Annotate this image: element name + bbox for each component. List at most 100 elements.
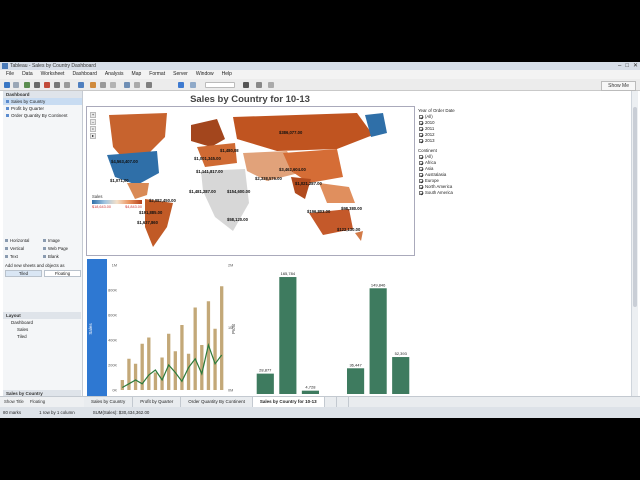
profit-by-quarter-chart[interactable]: Sales 1M 800K 600K 400K 200K 0K 2M 1M 0M Profit xyxy=(87,259,247,396)
map-data-label: $1,001,345.00 xyxy=(194,156,221,161)
checkbox-icon[interactable] xyxy=(419,167,423,171)
new-data-source-icon[interactable] xyxy=(24,82,30,88)
checkbox-icon[interactable] xyxy=(419,139,423,143)
label-icon[interactable] xyxy=(110,82,116,88)
highlight-icon[interactable] xyxy=(146,82,152,88)
minimize-icon[interactable]: – xyxy=(618,62,621,70)
checkbox-icon[interactable] xyxy=(419,115,423,119)
checkbox-icon[interactable] xyxy=(419,179,423,183)
close-icon[interactable]: ✕ xyxy=(633,62,638,70)
object-vertical[interactable]: Vertical xyxy=(5,245,43,252)
continent-filter-south-america[interactable]: South America xyxy=(418,190,476,196)
sales-bar[interactable] xyxy=(160,357,164,391)
layout-item-sales[interactable]: Sales xyxy=(3,326,81,333)
checkbox-icon[interactable] xyxy=(419,185,423,189)
layout-item-tiled[interactable]: Tiled xyxy=(3,333,81,340)
sales-bar[interactable] xyxy=(193,307,197,391)
layout-item-dashboard[interactable]: Dashboard xyxy=(3,319,81,326)
object-blank[interactable]: Blank xyxy=(43,253,81,260)
order-quantity-bar[interactable] xyxy=(346,368,365,394)
group-icon[interactable] xyxy=(100,82,106,88)
sales-bar[interactable] xyxy=(153,372,158,391)
sales-bar[interactable] xyxy=(186,353,191,390)
sheet-item-sales-by-country[interactable]: Sales by Country xyxy=(3,98,82,105)
show-me-button[interactable]: Show Me xyxy=(601,81,636,91)
object-image[interactable]: Image xyxy=(43,237,81,244)
object-web-page[interactable]: Web Page xyxy=(43,245,81,252)
clear-icon[interactable] xyxy=(64,82,70,88)
select-icon[interactable]: ▸ xyxy=(90,133,96,139)
checkbox-icon[interactable] xyxy=(419,127,423,131)
map-controls: + – • ▸ xyxy=(90,112,97,139)
sales-bar[interactable] xyxy=(120,380,124,390)
fit-icon[interactable] xyxy=(124,82,130,88)
menu-help[interactable]: Help xyxy=(222,70,232,79)
tab-order-quantity[interactable]: Order Quantity By Continent xyxy=(181,397,253,407)
share-icon[interactable] xyxy=(268,82,274,88)
forward-icon[interactable] xyxy=(13,82,19,88)
maximize-icon[interactable]: □ xyxy=(625,62,629,70)
sales-bar[interactable] xyxy=(133,363,138,390)
year-filter-2013[interactable]: 2013 xyxy=(418,138,476,144)
y-axis-tick-label: 400K xyxy=(108,339,117,343)
order-quantity-bar[interactable] xyxy=(392,357,410,394)
sales-bar[interactable] xyxy=(147,337,151,391)
menu-data[interactable]: Data xyxy=(22,70,33,79)
object-horizontal[interactable]: Horizontal xyxy=(5,237,43,244)
fix-axes-icon[interactable] xyxy=(134,82,140,88)
tab-sales-by-country-10-13[interactable]: Sales by Country for 10-13 xyxy=(252,397,325,407)
duplicate-icon[interactable] xyxy=(54,82,60,88)
order-quantity-bar[interactable] xyxy=(279,277,297,394)
fit-dropdown[interactable] xyxy=(205,82,235,88)
order-quantity-bar[interactable] xyxy=(301,390,320,394)
object-text[interactable]: Text xyxy=(5,253,43,260)
tiled-button[interactable]: Tiled xyxy=(5,270,42,277)
menu-format[interactable]: Format xyxy=(149,70,165,79)
pen-icon[interactable] xyxy=(256,82,262,88)
menu-server[interactable]: Server xyxy=(173,70,188,79)
filter-label: Europe xyxy=(425,178,439,183)
checkbox-icon[interactable] xyxy=(419,173,423,177)
checkbox-icon[interactable] xyxy=(419,191,423,195)
order-quantity-chart[interactable]: 28,877 165,784 4,728 36,447 149,846 52,393 xyxy=(252,259,415,396)
new-sheet-icon[interactable] xyxy=(44,82,50,88)
menu-worksheet[interactable]: Worksheet xyxy=(41,70,65,79)
menu-window[interactable]: Window xyxy=(196,70,214,79)
menu-file[interactable]: File xyxy=(6,70,14,79)
menu-map[interactable]: Map xyxy=(132,70,142,79)
filter-label: 2010 xyxy=(425,120,435,125)
checkbox-icon[interactable] xyxy=(419,121,423,125)
back-icon[interactable] xyxy=(4,82,10,88)
chart-type-icon[interactable] xyxy=(190,82,196,88)
menu-dashboard[interactable]: Dashboard xyxy=(72,70,96,79)
tab-profit-by-quarter[interactable]: Profit by Quarter xyxy=(133,397,182,407)
sort-icon[interactable] xyxy=(90,82,96,88)
new-worksheet-icon[interactable] xyxy=(325,397,337,407)
scrollbar-thumb[interactable] xyxy=(633,107,637,307)
pin-icon[interactable]: • xyxy=(90,126,96,132)
floating-checkbox[interactable]: Floating xyxy=(30,397,45,407)
order-quantity-bar[interactable] xyxy=(369,288,387,394)
zoom-out-icon[interactable]: – xyxy=(90,119,96,125)
floating-button[interactable]: Floating xyxy=(44,270,81,277)
swap-icon[interactable] xyxy=(78,82,84,88)
sheet-item-profit-by-quarter[interactable]: Profit by Quarter xyxy=(3,105,82,112)
tooltip-icon[interactable] xyxy=(243,82,249,88)
sales-map[interactable]: + – • ▸ $386,077.00 $4,563,407.00 $1,071… xyxy=(86,106,415,256)
menu-analysis[interactable]: Analysis xyxy=(105,70,124,79)
presentation-mode-icon[interactable] xyxy=(178,82,184,88)
show-title-checkbox[interactable]: Show Title xyxy=(4,397,24,407)
order-quantity-bar[interactable] xyxy=(256,373,274,394)
sales-bar[interactable] xyxy=(167,333,171,390)
vertical-scrollbar[interactable] xyxy=(631,91,638,396)
checkbox-icon[interactable] xyxy=(419,155,423,159)
sales-bar[interactable] xyxy=(127,358,131,390)
sheet-item-order-quantity[interactable]: Order Quantity By Continent xyxy=(3,112,82,119)
new-dashboard-icon[interactable] xyxy=(337,397,349,407)
sales-bar[interactable] xyxy=(220,286,224,390)
zoom-in-icon[interactable]: + xyxy=(90,112,96,118)
checkbox-icon[interactable] xyxy=(419,161,423,165)
checkbox-icon[interactable] xyxy=(419,133,423,137)
tab-sales-by-country[interactable]: Sales by Country xyxy=(84,397,134,407)
save-icon[interactable] xyxy=(34,82,40,88)
